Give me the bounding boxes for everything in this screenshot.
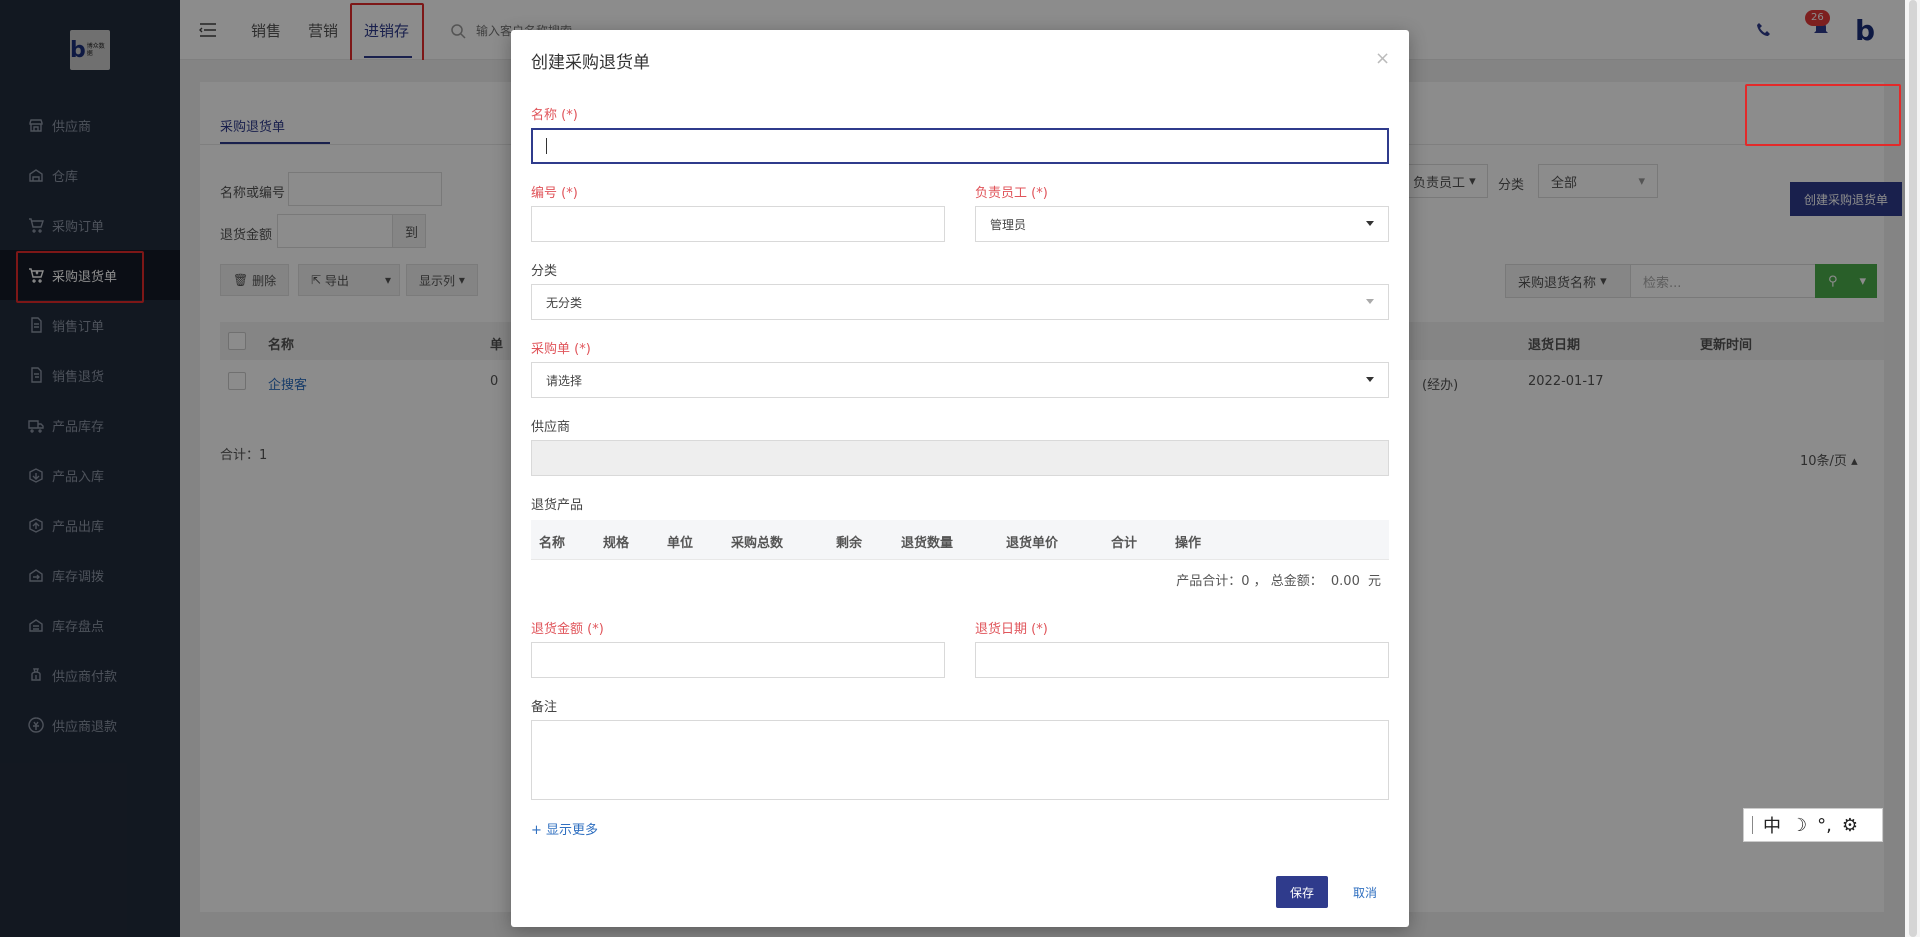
product-col-8: 操作 (1175, 536, 1202, 551)
product-col-4: 剩余 (836, 536, 863, 551)
return-date-input[interactable] (975, 642, 1389, 678)
category-value: 无分类 (546, 295, 583, 310)
purchase-order-label: 采购单 (*) (531, 342, 591, 357)
modal-title: 创建采购退货单 (531, 53, 650, 73)
cancel-button[interactable]: 取消 (1340, 876, 1390, 908)
code-input[interactable] (531, 206, 945, 242)
ime-mode-toggle[interactable]: 中 (1763, 812, 1781, 838)
product-col-1: 规格 (603, 536, 630, 551)
employee-label: 负责员工 (*) (975, 186, 1048, 201)
product-total: 产品合计：0 ， (1176, 574, 1267, 589)
return-products-label: 退货产品 (531, 498, 584, 513)
total-amount-label: 总金额： (1270, 574, 1323, 589)
currency-unit: 元 (1367, 574, 1381, 589)
supplier-label: 供应商 (531, 420, 571, 435)
total-amount: 0.00 (1330, 574, 1360, 589)
create-return-modal: 创建采购退货单 × 名称 (*) 编号 (*) 负责员工 (*) 管理员 分类 … (511, 30, 1409, 927)
chevron-down-icon (1366, 299, 1374, 304)
remark-textarea[interactable] (531, 720, 1389, 800)
product-col-2: 单位 (667, 536, 694, 551)
close-icon[interactable]: × (1375, 48, 1390, 69)
remark-label: 备注 (531, 700, 558, 715)
name-input[interactable] (531, 128, 1389, 164)
amount-input[interactable] (531, 642, 945, 678)
show-more-link[interactable]: + 显示更多 (531, 819, 598, 838)
save-button[interactable]: 保存 (1276, 876, 1328, 908)
purchase-order-select[interactable]: 请选择 (531, 362, 1389, 398)
code-label: 编号 (*) (531, 186, 578, 201)
return-date-label: 退货日期 (*) (975, 622, 1048, 637)
chevron-down-icon (1366, 221, 1374, 226)
amount-label: 退货金额 (*) (531, 622, 604, 637)
employee-value: 管理员 (990, 217, 1027, 232)
supplier-input (531, 440, 1389, 476)
highlight-box-create-button (1745, 84, 1901, 146)
category-label: 分类 (531, 264, 558, 279)
chevron-down-icon (1366, 377, 1374, 382)
moon-icon[interactable]: ☽ (1791, 815, 1807, 836)
product-col-3: 采购总数 (731, 536, 784, 551)
ime-toolbar: 中 ☽ °, ⚙ (1743, 808, 1883, 842)
purchase-order-value: 请选择 (546, 373, 583, 388)
ime-drag-handle[interactable] (1752, 816, 1753, 834)
page-scrollbar[interactable] (1905, 0, 1920, 937)
product-table-header: 名称 规格 单位 采购总数 剩余 退货数量 退货单价 合计 操作 (531, 520, 1389, 560)
punctuation-toggle[interactable]: °, (1817, 815, 1832, 836)
text-cursor (546, 138, 547, 154)
product-col-0: 名称 (539, 536, 566, 551)
name-label: 名称 (*) (531, 108, 578, 123)
product-summary: 产品合计：0 ， 总金额： 0.00 元 (531, 570, 1381, 589)
product-col-5: 退货数量 (901, 536, 954, 551)
category-select[interactable]: 无分类 (531, 284, 1389, 320)
gear-icon[interactable]: ⚙ (1842, 815, 1858, 836)
product-col-7: 合计 (1111, 536, 1138, 551)
product-col-6: 退货单价 (1006, 536, 1059, 551)
scrollbar-thumb[interactable] (1909, 0, 1917, 937)
employee-select[interactable]: 管理员 (975, 206, 1389, 242)
